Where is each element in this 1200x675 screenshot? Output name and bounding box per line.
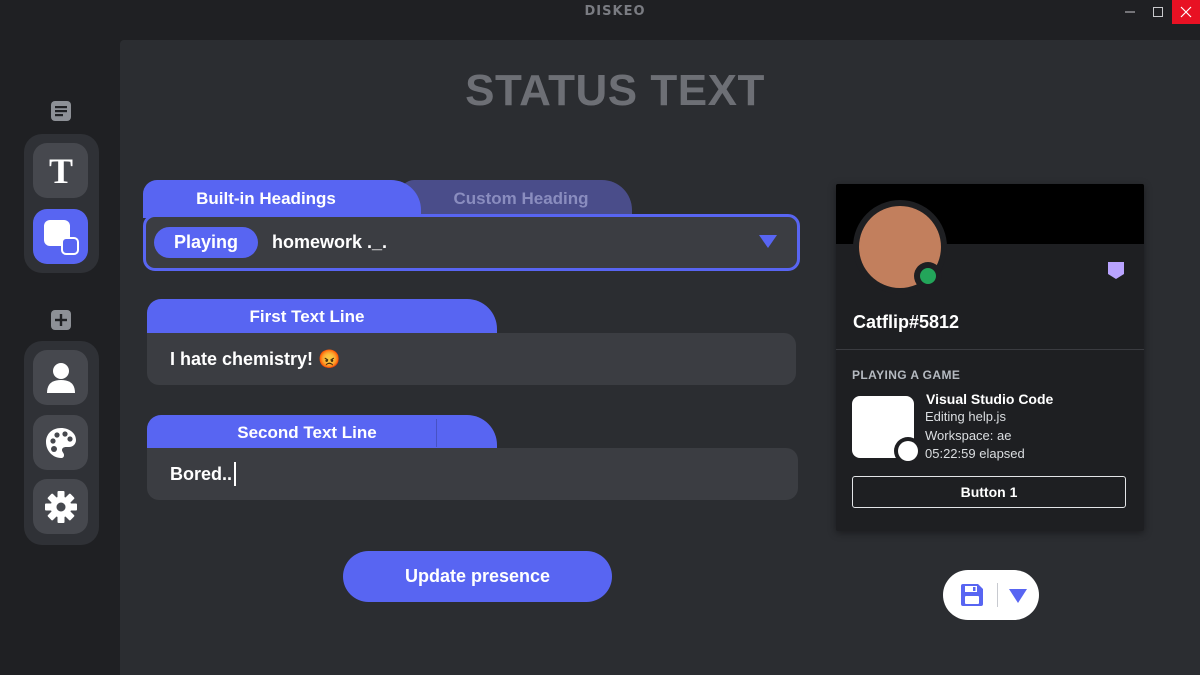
first-line-label: First Text Line — [249, 307, 365, 326]
badge-icon — [1108, 262, 1124, 279]
minimize-icon — [1125, 11, 1135, 13]
palette-icon — [45, 427, 76, 458]
save-widget — [943, 570, 1039, 620]
activity-details: Editing help.js — [925, 409, 1006, 424]
second-line-value: Bored.. — [170, 463, 233, 484]
save-icon[interactable] — [959, 582, 985, 608]
text-cursor — [234, 462, 237, 486]
heading-value: homework ._. — [272, 232, 388, 252]
first-line-input[interactable]: I hate chemistry! 😡 — [147, 333, 796, 385]
sidebar-item-profile[interactable] — [33, 350, 88, 405]
tab-divider — [436, 419, 437, 447]
svg-text:T: T — [48, 155, 72, 187]
maximize-icon — [1153, 7, 1163, 17]
sidebar-item-text[interactable]: T — [33, 143, 88, 198]
sidebar-item-settings[interactable] — [33, 479, 88, 534]
status-online-indicator — [914, 262, 942, 290]
second-line-label-tab: Second Text Line — [147, 415, 497, 451]
sidebar: T — [0, 26, 120, 675]
activity-state: Workspace: ae — [925, 428, 1012, 443]
first-line-label-tab: First Text Line — [147, 299, 497, 335]
tab-builtin-headings-label: Built-in Headings — [196, 189, 336, 208]
sidebar-item-theme[interactable] — [33, 415, 88, 470]
profile-preview-card: Catflip#5812 PLAYING A GAME Visual Studi… — [836, 184, 1144, 531]
tab-custom-heading[interactable]: Custom Heading — [400, 180, 632, 218]
title-bar: DISKEO — [0, 0, 1200, 26]
gear-icon — [44, 490, 77, 523]
plus-icon — [50, 309, 72, 331]
close-button[interactable] — [1172, 0, 1200, 24]
second-line-input[interactable]: Bored.. — [147, 448, 798, 500]
sidebar-group-settings — [24, 341, 99, 545]
maximize-button[interactable] — [1144, 0, 1172, 24]
heading-type-pill[interactable]: Playing — [154, 227, 259, 258]
heading-select[interactable]: Playing homework ._. — [143, 214, 800, 271]
sidebar-group-content: T — [24, 134, 99, 273]
activity-elapsed: 05:22:59 elapsed — [925, 446, 1025, 461]
sidebar-item-activity-images[interactable] — [33, 209, 88, 264]
divider — [997, 583, 998, 607]
text-icon: T — [48, 155, 72, 187]
activity-button-1[interactable]: Button 1 — [852, 476, 1126, 508]
activity-small-image — [894, 437, 922, 465]
activity-image-icon — [43, 219, 79, 255]
close-icon — [1180, 6, 1192, 18]
page-title: STATUS TEXT — [465, 66, 765, 115]
tab-custom-heading-label: Custom Heading — [453, 189, 589, 208]
username: Catflip#5812 — [853, 312, 960, 332]
update-presence-button[interactable]: Update presence — [343, 551, 612, 602]
tab-builtin-headings[interactable]: Built-in Headings — [143, 180, 421, 218]
first-line-value: I hate chemistry! 😡 — [170, 348, 341, 369]
activity-header: PLAYING A GAME — [852, 368, 961, 382]
chevron-down-icon[interactable] — [759, 235, 777, 248]
chevron-down-icon[interactable] — [1009, 589, 1027, 603]
activity-name: Visual Studio Code — [926, 391, 1054, 407]
divider — [836, 349, 1144, 350]
document-icon — [50, 100, 72, 122]
app-title: DISKEO — [584, 4, 646, 19]
minimize-button[interactable] — [1116, 0, 1144, 24]
second-line-label: Second Text Line — [237, 423, 377, 442]
user-icon — [46, 362, 75, 393]
